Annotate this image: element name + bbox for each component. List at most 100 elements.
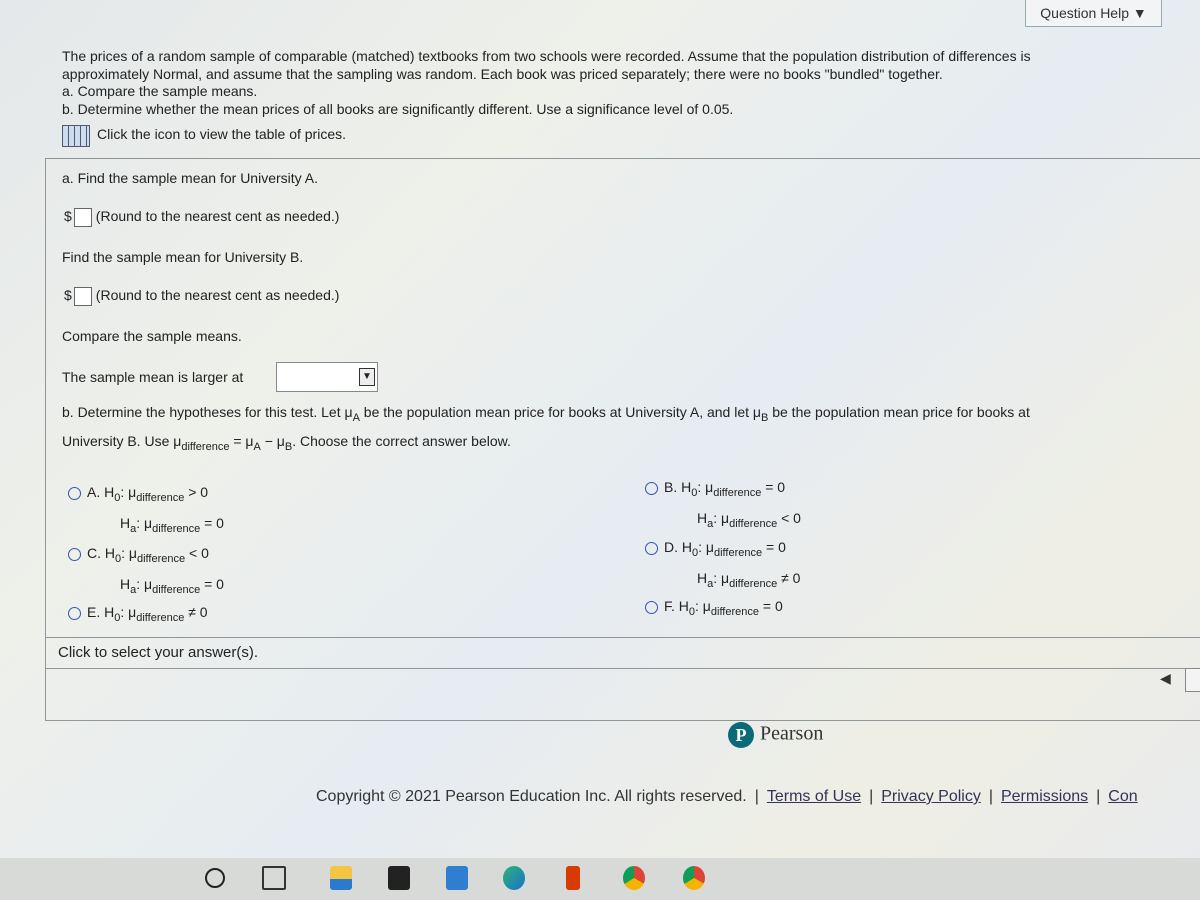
- cortana-icon[interactable]: [205, 868, 225, 888]
- option-label: C.: [87, 545, 101, 561]
- text: A: [352, 411, 360, 424]
- dropdown-arrow-icon[interactable]: ▼: [359, 368, 375, 386]
- divider: [45, 668, 1200, 669]
- store-icon[interactable]: [388, 866, 410, 890]
- question-a1: a. Find the sample mean for University A…: [62, 170, 318, 186]
- radio-button[interactable]: [645, 600, 658, 614]
- divider: [45, 637, 1200, 638]
- privacy-link[interactable]: Privacy Policy: [881, 788, 981, 805]
- radio-button[interactable]: [645, 541, 658, 555]
- text: : μ: [713, 509, 730, 526]
- copyright: Copyright © 2021 Pearson Education Inc. …: [316, 788, 747, 805]
- dollar-sign: $: [64, 287, 72, 304]
- text: difference: [136, 491, 185, 504]
- text: difference: [136, 611, 185, 624]
- text: = μ: [229, 433, 254, 449]
- option-label: B.: [664, 479, 678, 495]
- text: University B. Use μ: [62, 433, 182, 449]
- text: H: [120, 514, 131, 531]
- text: = 0: [200, 514, 224, 531]
- divider: [45, 720, 1200, 721]
- answer-row-b: $ (Round to the nearest cent as needed.): [64, 287, 339, 306]
- option-label: F.: [664, 598, 675, 614]
- option-e[interactable]: E. H0: μdifference ≠ 0: [68, 600, 208, 631]
- text: : μ: [120, 604, 137, 620]
- chrome-profile-icon[interactable]: [623, 866, 645, 890]
- radio-button[interactable]: [68, 547, 81, 561]
- round-note: (Round to the nearest cent as needed.): [95, 208, 340, 225]
- text: be the population mean price for books a…: [768, 404, 1030, 420]
- permissions-link[interactable]: Permissions: [1001, 788, 1088, 805]
- text: difference: [710, 605, 759, 618]
- text: ≠ 0: [777, 569, 801, 586]
- contact-link[interactable]: Con: [1108, 788, 1137, 805]
- larger-at-dropdown[interactable]: ▼: [276, 362, 378, 392]
- option-d[interactable]: D. H0: μdifference = 0 Ha: μdifference ≠…: [645, 535, 800, 597]
- select-hint: Click to select your answer(s).: [58, 644, 259, 661]
- dollar-sign: $: [64, 208, 72, 225]
- text: H: [678, 598, 689, 614]
- table-link[interactable]: Click the icon to view the table of pric…: [97, 126, 346, 143]
- mean-a-input[interactable]: [73, 208, 92, 227]
- problem-line: a. Compare the sample means.: [62, 83, 258, 99]
- text: difference: [152, 583, 201, 596]
- text: : μ: [697, 479, 714, 495]
- problem-line: approximately Normal, and assume that th…: [62, 66, 943, 82]
- text: H: [120, 575, 131, 592]
- question-help-button[interactable]: Question Help ▼: [1025, 0, 1162, 27]
- option-b[interactable]: B. H0: μdifference = 0 Ha: μdifference <…: [645, 475, 801, 537]
- text: b. Determine the hypotheses for this tes…: [62, 404, 353, 420]
- text: < 0: [185, 545, 209, 561]
- text: = 0: [759, 598, 783, 614]
- text: : μ: [120, 484, 137, 500]
- text: > 0: [184, 484, 209, 500]
- text: : μ: [136, 514, 153, 531]
- previous-arrow-icon[interactable]: ◀: [1160, 670, 1171, 687]
- text: H: [104, 604, 115, 620]
- mean-b-input[interactable]: [73, 287, 92, 306]
- office-icon[interactable]: [566, 866, 580, 890]
- chrome-icon[interactable]: [683, 866, 705, 890]
- text: = 0: [762, 539, 786, 555]
- text: difference: [152, 522, 201, 535]
- option-a[interactable]: A. H0: μdifference > 0 Ha: μdifference =…: [68, 480, 224, 542]
- round-note: (Round to the nearest cent as needed.): [95, 287, 340, 304]
- text: difference: [181, 440, 230, 453]
- task-view-icon[interactable]: [262, 866, 286, 890]
- option-c[interactable]: C. H0: μdifference < 0 Ha: μdifference =…: [68, 541, 224, 603]
- taskbar: [0, 858, 1200, 900]
- terms-link[interactable]: Terms of Use: [767, 788, 861, 805]
- footer: Copyright © 2021 Pearson Education Inc. …: [316, 788, 1138, 805]
- radio-button[interactable]: [68, 486, 81, 500]
- text: ≠ 0: [184, 604, 208, 620]
- question-a2: Find the sample mean for University B.: [62, 249, 304, 265]
- text: H: [681, 539, 693, 555]
- option-label: A.: [87, 484, 101, 500]
- divider: [45, 158, 1200, 159]
- option-label: D.: [664, 539, 678, 555]
- text: be the population mean price for books a…: [359, 404, 761, 420]
- mail-icon[interactable]: [446, 866, 468, 890]
- pearson-logo: P Pearson: [728, 722, 823, 748]
- text: : μ: [695, 598, 711, 614]
- text: difference: [729, 517, 778, 530]
- text: = 0: [200, 575, 224, 592]
- text: A: [253, 440, 261, 453]
- text: H: [681, 479, 692, 495]
- text: H: [697, 509, 708, 526]
- text: : μ: [121, 545, 137, 561]
- edge-icon[interactable]: [503, 866, 525, 890]
- question-a3: Compare the sample means.: [62, 328, 242, 344]
- radio-button[interactable]: [68, 606, 81, 620]
- table-icon[interactable]: [62, 125, 90, 147]
- scrollbar[interactable]: [1185, 668, 1200, 692]
- option-f[interactable]: F. H0: μdifference = 0: [645, 594, 783, 625]
- file-explorer-icon[interactable]: [330, 866, 352, 890]
- answer-row-a: $ (Round to the nearest cent as needed.): [64, 208, 339, 227]
- text: : μ: [713, 569, 730, 586]
- text: : μ: [136, 575, 153, 592]
- text: difference: [713, 486, 762, 499]
- option-label: E.: [87, 604, 101, 620]
- brand-name: Pearson: [760, 722, 824, 745]
- radio-button[interactable]: [645, 481, 658, 495]
